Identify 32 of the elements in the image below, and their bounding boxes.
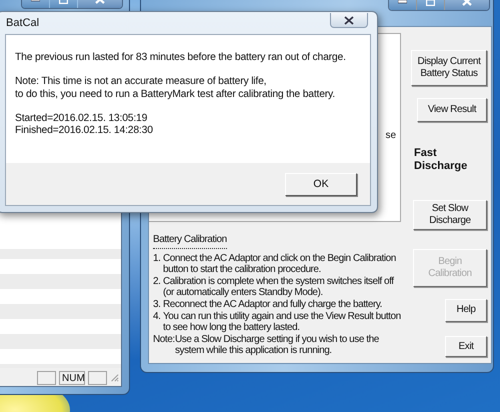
status-panel [88,370,108,384]
action-button[interactable]: View Result [417,98,487,122]
time-text: Started=2016.02.15. 13:05:19 [15,112,148,124]
group-text: se [385,130,396,142]
action-button[interactable]: Exit [445,336,487,357]
step-number: 3. [153,299,162,311]
dialog-title: BatCal [6,17,40,29]
step-text: Reconnect the AC Adaptor and fully charge the battery. [163,299,382,311]
status-indicator: NUM [59,370,86,384]
status-panel [37,370,56,384]
step-number: 1. [153,252,162,266]
mode-label: Fast Discharge [413,147,468,174]
minimize-icon [398,0,407,4]
ok-button[interactable]: OK [285,172,357,196]
section-title: Battery Calibration [153,234,227,249]
close-icon [344,16,354,24]
action-button[interactable]: Set Slow Discharge [413,200,487,230]
step-text: Calibration is complete when the system switches itself off (or automatically enters Standby Mode). [163,276,395,300]
time-text: Finished=2016.02.15. 14:28:30 [15,125,153,136]
close-button[interactable] [330,13,368,28]
message-text: The previous run lasted for 83 minutes before the battery ran out of charge. [15,52,346,63]
note-text: Note: This time is not an accurate measure of battery life, [15,76,266,88]
step-number: 4. [153,310,162,324]
action-button[interactable]: Help [445,298,487,322]
step-text: Connect the AC Adaptor and click on the Begin Calibration button to start the calibration procedure. [163,252,397,276]
note-text: to do this, you need to run a BatteryMark test after calibrating the battery. [15,88,335,100]
resize-grip-icon[interactable] [110,372,119,383]
note-label: Note: [153,334,175,347]
step-text: You can run this utility again and use the View Result button to see how long the battery lasted. [163,310,401,334]
note-text: Use a Slow Discharge setting if you wish to use the system while this application is running. [175,334,380,357]
action-button[interactable]: Display Current Battery Status [411,50,487,86]
step-number: 2. [153,276,162,289]
